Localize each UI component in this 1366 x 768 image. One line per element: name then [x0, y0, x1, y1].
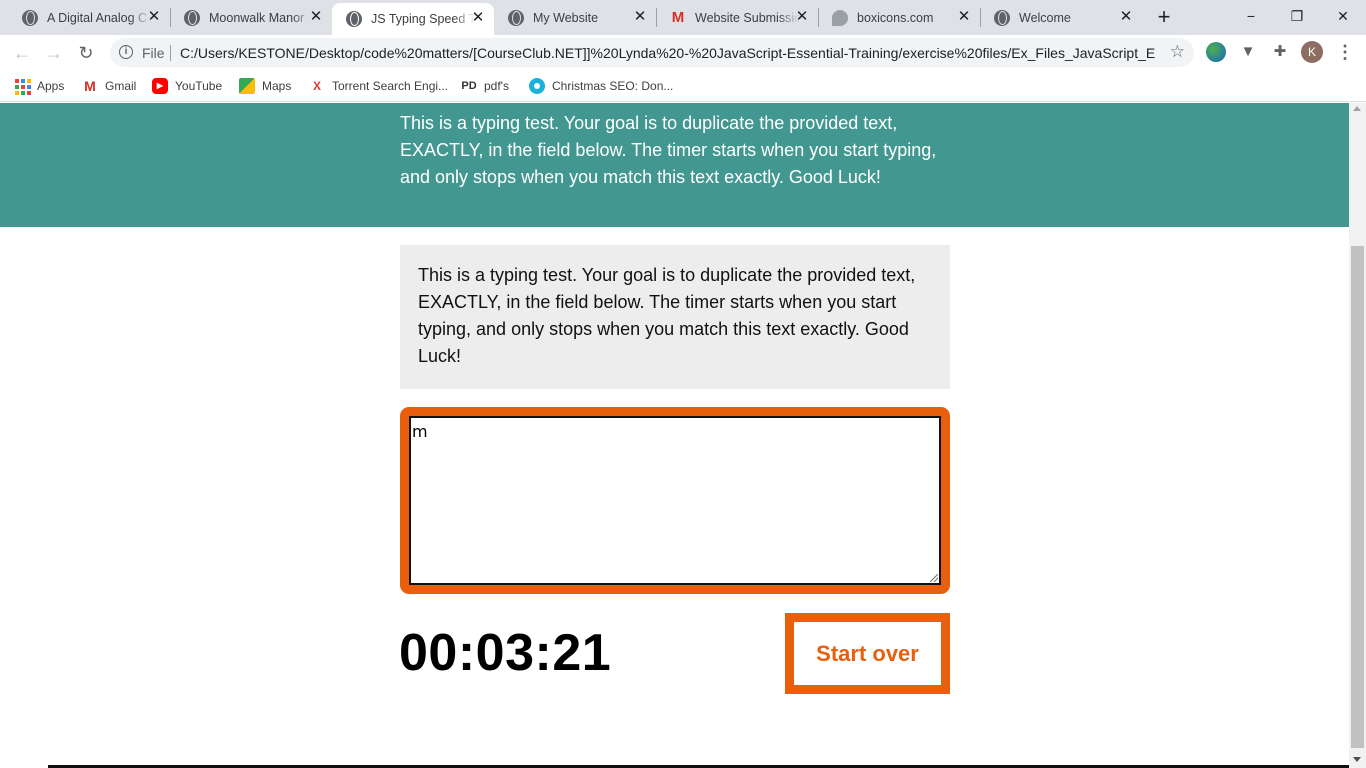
scroll-up-arrow-icon[interactable] [1353, 106, 1361, 111]
bookmark-label: Gmail [105, 79, 137, 93]
extensions-puzzle-icon[interactable]: ✚ [1270, 42, 1290, 62]
scheme-label: File [142, 45, 165, 61]
bookmarks-bar: Apps M Gmail ▶ YouTube Maps X Torrent Se… [0, 70, 1366, 102]
close-icon[interactable]: ✕ [308, 9, 324, 25]
tab-title: Moonwalk Manor [209, 10, 305, 25]
bookmark-star-icon[interactable]: ☆ [1170, 42, 1185, 62]
intro-text: This is a typing test. Your goal is to d… [400, 113, 937, 187]
close-icon[interactable]: ✕ [1118, 9, 1134, 25]
bookmark-youtube[interactable]: ▶ YouTube [152, 76, 222, 96]
tab-title: boxicons.com [857, 10, 934, 25]
tab-js-typing-speed[interactable]: JS Typing Speed Te ✕ [332, 3, 494, 35]
tab-title: Welcome [1019, 10, 1071, 25]
browser-menu-icon[interactable]: ⋮ [1335, 41, 1355, 63]
minimize-button[interactable]: − [1228, 0, 1274, 32]
close-icon[interactable]: ✕ [470, 10, 486, 26]
back-button[interactable]: ← [8, 39, 36, 67]
profile-avatar[interactable]: K [1301, 41, 1323, 63]
gmail-icon: M [84, 78, 96, 94]
bookmark-gmail[interactable]: M Gmail [82, 76, 136, 96]
torrent-icon: X [312, 79, 321, 93]
globe-icon [994, 9, 1010, 26]
page-viewport: This is a typing test. Your goal is to d… [0, 103, 1349, 768]
bookmark-label: pdf's [484, 79, 509, 93]
bookmark-label: Apps [37, 79, 65, 93]
globe-icon [184, 9, 200, 26]
bookmark-label: YouTube [175, 79, 223, 93]
bookmark-label: Maps [262, 79, 292, 93]
vertical-scrollbar[interactable] [1349, 103, 1366, 768]
info-icon[interactable]: i [119, 45, 133, 59]
origin-text: This is a typing test. Your goal is to d… [418, 265, 916, 366]
tab-moonwalk-manor[interactable]: Moonwalk Manor ✕ [170, 0, 332, 35]
maps-icon [239, 78, 255, 94]
tab-title: JS Typing Speed Te [371, 12, 475, 26]
bookmark-maps[interactable]: Maps [239, 76, 291, 96]
extension-filter-icon[interactable]: ▼ [1238, 42, 1258, 62]
address-bar[interactable]: i File C:/Users/KESTONE/Desktop/code%20m… [110, 38, 1194, 67]
resize-handle[interactable] [930, 574, 938, 582]
bookmark-label: Christmas SEO: Don... [552, 79, 674, 93]
gmail-icon: M [671, 8, 685, 26]
tab-title: Website Submissio [695, 10, 799, 25]
pdf-icon: PD [461, 80, 477, 92]
timer-display: 00:03:21 [399, 624, 612, 682]
globe-icon [22, 9, 38, 26]
address-divider [170, 45, 171, 61]
close-icon[interactable]: ✕ [794, 9, 810, 25]
scroll-thumb[interactable] [1351, 246, 1364, 748]
tab-boxicons[interactable]: boxicons.com ✕ [818, 0, 980, 35]
boxicons-icon [832, 9, 848, 26]
tab-welcome[interactable]: Welcome ✕ [980, 0, 1142, 35]
tab-digital-analog[interactable]: A Digital Analog C ✕ [8, 0, 170, 35]
bookmark-pdfs[interactable]: PD pdf's [461, 76, 509, 96]
bookmark-torrent-search[interactable]: X Torrent Search Engi... [309, 76, 448, 96]
forward-button[interactable]: → [40, 39, 68, 67]
tab-title: A Digital Analog C [47, 10, 148, 25]
scroll-down-arrow-icon[interactable] [1353, 757, 1361, 762]
tab-my-website[interactable]: My Website ✕ [494, 0, 656, 35]
browser-toolbar: ← → ↻ i File C:/Users/KESTONE/Desktop/co… [0, 35, 1366, 70]
typing-input[interactable] [409, 416, 941, 585]
window-close-button[interactable]: ✕ [1320, 0, 1366, 32]
typing-field-wrapper [400, 407, 950, 594]
start-over-button[interactable]: Start over [785, 613, 950, 694]
maximize-button[interactable]: ❐ [1274, 0, 1320, 32]
apps-grid-icon [14, 78, 31, 95]
new-tab-button[interactable]: + [1152, 6, 1176, 30]
close-icon[interactable]: ✕ [146, 9, 162, 25]
youtube-icon: ▶ [152, 78, 168, 94]
url-text[interactable]: C:/Users/KESTONE/Desktop/code%20matters/… [180, 45, 1155, 61]
christmas-seo-icon [529, 78, 545, 94]
bookmark-label: Torrent Search Engi... [332, 79, 449, 93]
tab-title: My Website [533, 10, 599, 25]
bookmark-apps[interactable]: Apps [14, 76, 64, 96]
masthead: This is a typing test. Your goal is to d… [0, 103, 1349, 227]
globe-icon [508, 9, 524, 26]
test-text-area: This is a typing test. Your goal is to d… [400, 245, 950, 389]
bookmark-christmas-seo[interactable]: Christmas SEO: Don... [529, 76, 673, 96]
reload-button[interactable]: ↻ [72, 39, 100, 67]
globe-icon [346, 11, 362, 27]
tab-website-submission[interactable]: M Website Submissio ✕ [656, 0, 818, 35]
extension-globe-icon[interactable] [1206, 42, 1226, 62]
tab-strip: A Digital Analog C ✕ Moonwalk Manor ✕ JS… [0, 0, 1366, 35]
close-icon[interactable]: ✕ [956, 9, 972, 25]
close-icon[interactable]: ✕ [632, 9, 648, 25]
